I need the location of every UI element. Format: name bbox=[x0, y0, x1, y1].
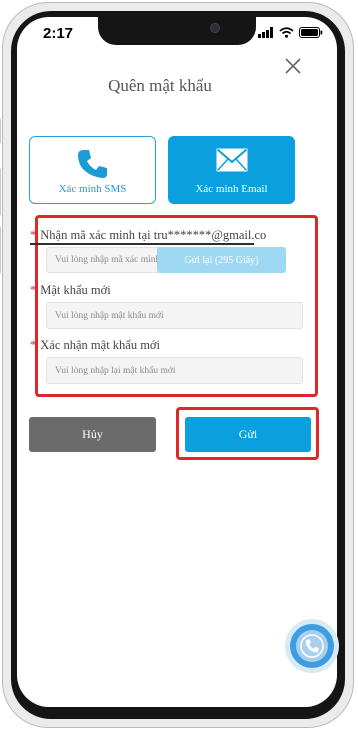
confirm-password-input[interactable] bbox=[46, 357, 303, 384]
sms-option-label: Xác minh SMS bbox=[58, 183, 127, 195]
dialog-title: Quên mật khẩu bbox=[108, 76, 212, 95]
required-mark: * bbox=[30, 283, 37, 297]
email-option-label: Xác minh Email bbox=[195, 183, 268, 195]
signal-icon bbox=[258, 27, 273, 38]
floating-call-button[interactable] bbox=[285, 619, 339, 673]
sms-verification-option[interactable]: Xác minh SMS bbox=[29, 136, 156, 204]
close-icon[interactable] bbox=[282, 55, 304, 77]
status-icons bbox=[258, 27, 323, 38]
required-mark: * bbox=[30, 228, 37, 242]
front-camera bbox=[210, 23, 220, 33]
mail-icon bbox=[216, 148, 247, 172]
call-button-core bbox=[296, 630, 328, 662]
side-button-volume-down bbox=[0, 226, 1, 274]
email-underline bbox=[30, 243, 254, 245]
status-bar: 2:17 bbox=[17, 17, 337, 51]
verification-code-label: * Nhận mã xác minh tại tru*******@gmail.c… bbox=[30, 228, 266, 243]
phone-icon bbox=[77, 150, 107, 178]
resend-code-button[interactable]: Gửi lại (295 Giây) bbox=[157, 247, 286, 273]
confirm-password-label: * Xác nhận mật khẩu mới bbox=[30, 338, 160, 353]
call-button-ring bbox=[290, 624, 334, 668]
confirm-password-label-text: Xác nhận mật khẩu mới bbox=[40, 338, 161, 352]
email-verification-option[interactable]: Xác minh Email bbox=[168, 136, 295, 204]
new-password-input[interactable] bbox=[46, 302, 303, 329]
side-button-mute bbox=[0, 118, 1, 144]
notch bbox=[98, 17, 256, 45]
side-button-volume-up bbox=[0, 168, 1, 216]
phone-call-icon bbox=[300, 634, 324, 658]
status-time: 2:17 bbox=[43, 25, 74, 42]
verification-code-label-text: Nhận mã xác minh tại tru*******@gmail.co bbox=[40, 228, 267, 242]
battery-icon bbox=[299, 27, 323, 38]
submit-button[interactable]: Gửi bbox=[185, 417, 311, 452]
wifi-icon bbox=[279, 27, 294, 38]
new-password-label: * Mật khẩu mới bbox=[30, 283, 111, 298]
new-password-label-text: Mật khẩu mới bbox=[40, 283, 111, 297]
verification-code-input[interactable] bbox=[46, 247, 172, 273]
cancel-button[interactable]: Hủy bbox=[29, 417, 156, 452]
required-mark: * bbox=[30, 338, 37, 352]
